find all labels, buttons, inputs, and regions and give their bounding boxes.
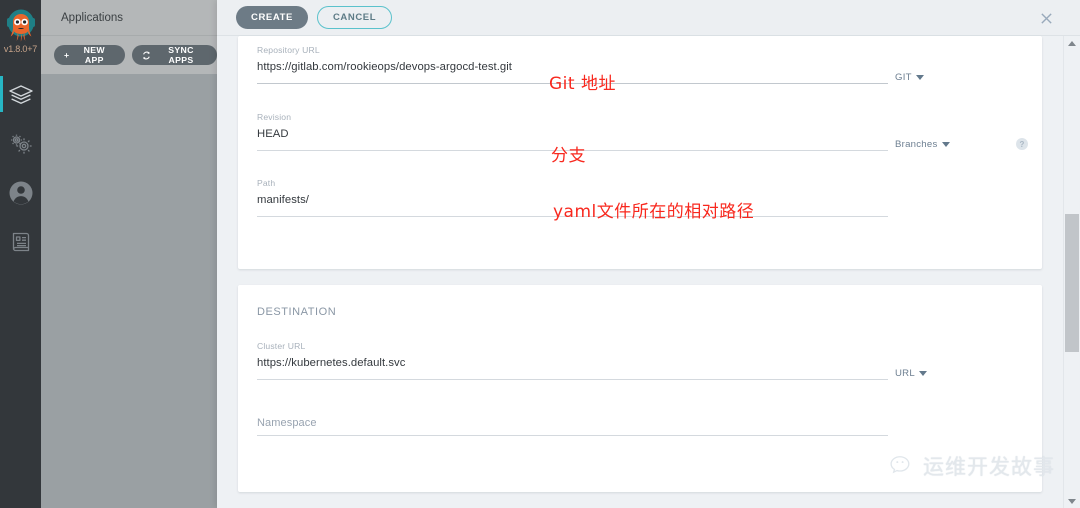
scrollbar-thumb[interactable]: [1065, 214, 1079, 352]
dimmed-backdrop: Applications + NEW APP SYNC APPS: [41, 0, 217, 508]
backdrop-toolbar: + NEW APP SYNC APPS: [41, 36, 217, 74]
sidebar-item-applications[interactable]: [0, 70, 41, 119]
cluster-url-underline: [257, 379, 888, 380]
source-card: Repository URL https://gitlab.com/rookie…: [238, 36, 1042, 269]
cluster-type-selector[interactable]: URL: [895, 368, 927, 379]
chevron-down-icon: [918, 371, 927, 376]
destination-section-title: DESTINATION: [257, 306, 337, 318]
chevron-down-icon: [941, 142, 950, 147]
namespace-placeholder: Namespace: [257, 417, 317, 429]
nav-rail: v1.8.0+7: [0, 0, 41, 508]
user-circle-icon: [9, 181, 32, 204]
triangle-down-icon: [1068, 498, 1076, 504]
layers-icon: [8, 84, 33, 104]
panel-body: Repository URL https://gitlab.com/rookie…: [217, 36, 1062, 508]
sidebar-item-documentation[interactable]: [0, 217, 41, 266]
cluster-url-field[interactable]: Cluster URL https://kubernetes.default.s…: [257, 341, 888, 380]
new-app-button[interactable]: + NEW APP: [54, 45, 126, 65]
sidebar-item-settings[interactable]: [0, 119, 41, 168]
plus-icon: +: [64, 50, 70, 60]
new-app-label: NEW APP: [83, 45, 105, 65]
cancel-button[interactable]: CANCEL: [316, 6, 393, 29]
version-label: v1.8.0+7: [3, 44, 38, 54]
namespace-field[interactable]: Namespace: [257, 417, 888, 436]
path-label: Path: [257, 178, 276, 188]
argocd-create-application-screen: v1.8.0+7 Applications + NEW APP SYNC APP…: [0, 0, 1080, 508]
refresh-icon: [143, 51, 150, 59]
destination-card: DESTINATION Cluster URL https://kubernet…: [238, 285, 1042, 492]
chevron-down-icon: [915, 75, 924, 80]
namespace-underline: [257, 435, 888, 436]
revision-label: Revision: [257, 112, 292, 122]
scroll-up-button[interactable]: [1064, 36, 1080, 50]
scroll-down-button[interactable]: [1064, 494, 1080, 508]
repository-url-label: Repository URL: [257, 45, 320, 55]
page-title: Applications: [61, 11, 124, 24]
book-icon: [12, 232, 29, 251]
argo-logo[interactable]: [0, 0, 41, 48]
repository-type-selector[interactable]: GIT: [895, 72, 924, 83]
close-icon: [1040, 12, 1052, 24]
create-application-panel: CREATE CANCEL Repository URL https://git…: [217, 0, 1080, 508]
panel-toolbar: CREATE CANCEL: [217, 0, 1080, 36]
sidebar-item-user-info[interactable]: [0, 168, 41, 217]
revision-type-value: Branches: [895, 139, 938, 150]
argo-octopus-icon: [6, 9, 35, 42]
cluster-url-label: Cluster URL: [257, 341, 306, 351]
backdrop-header: Applications: [41, 0, 217, 36]
cluster-type-value: URL: [895, 368, 915, 379]
sync-apps-label: SYNC APPS: [168, 45, 194, 65]
sync-apps-button[interactable]: SYNC APPS: [132, 45, 217, 65]
annotation-branch: 分支: [551, 146, 586, 166]
annotation-git-address: Git 地址: [549, 74, 616, 94]
revision-help-icon[interactable]: ?: [1016, 138, 1028, 150]
revision-type-selector[interactable]: Branches: [895, 139, 950, 150]
cluster-url-value: https://kubernetes.default.svc: [257, 357, 406, 369]
panel-scrollbar[interactable]: [1063, 36, 1080, 508]
create-button[interactable]: CREATE: [236, 6, 308, 29]
annotation-yaml-path: yaml文件所在的相对路径: [553, 202, 755, 222]
nav-items: [0, 70, 41, 266]
close-panel-button[interactable]: [1038, 10, 1054, 26]
gears-icon: [10, 134, 32, 154]
repository-type-value: GIT: [895, 72, 912, 83]
triangle-up-icon: [1068, 40, 1076, 46]
